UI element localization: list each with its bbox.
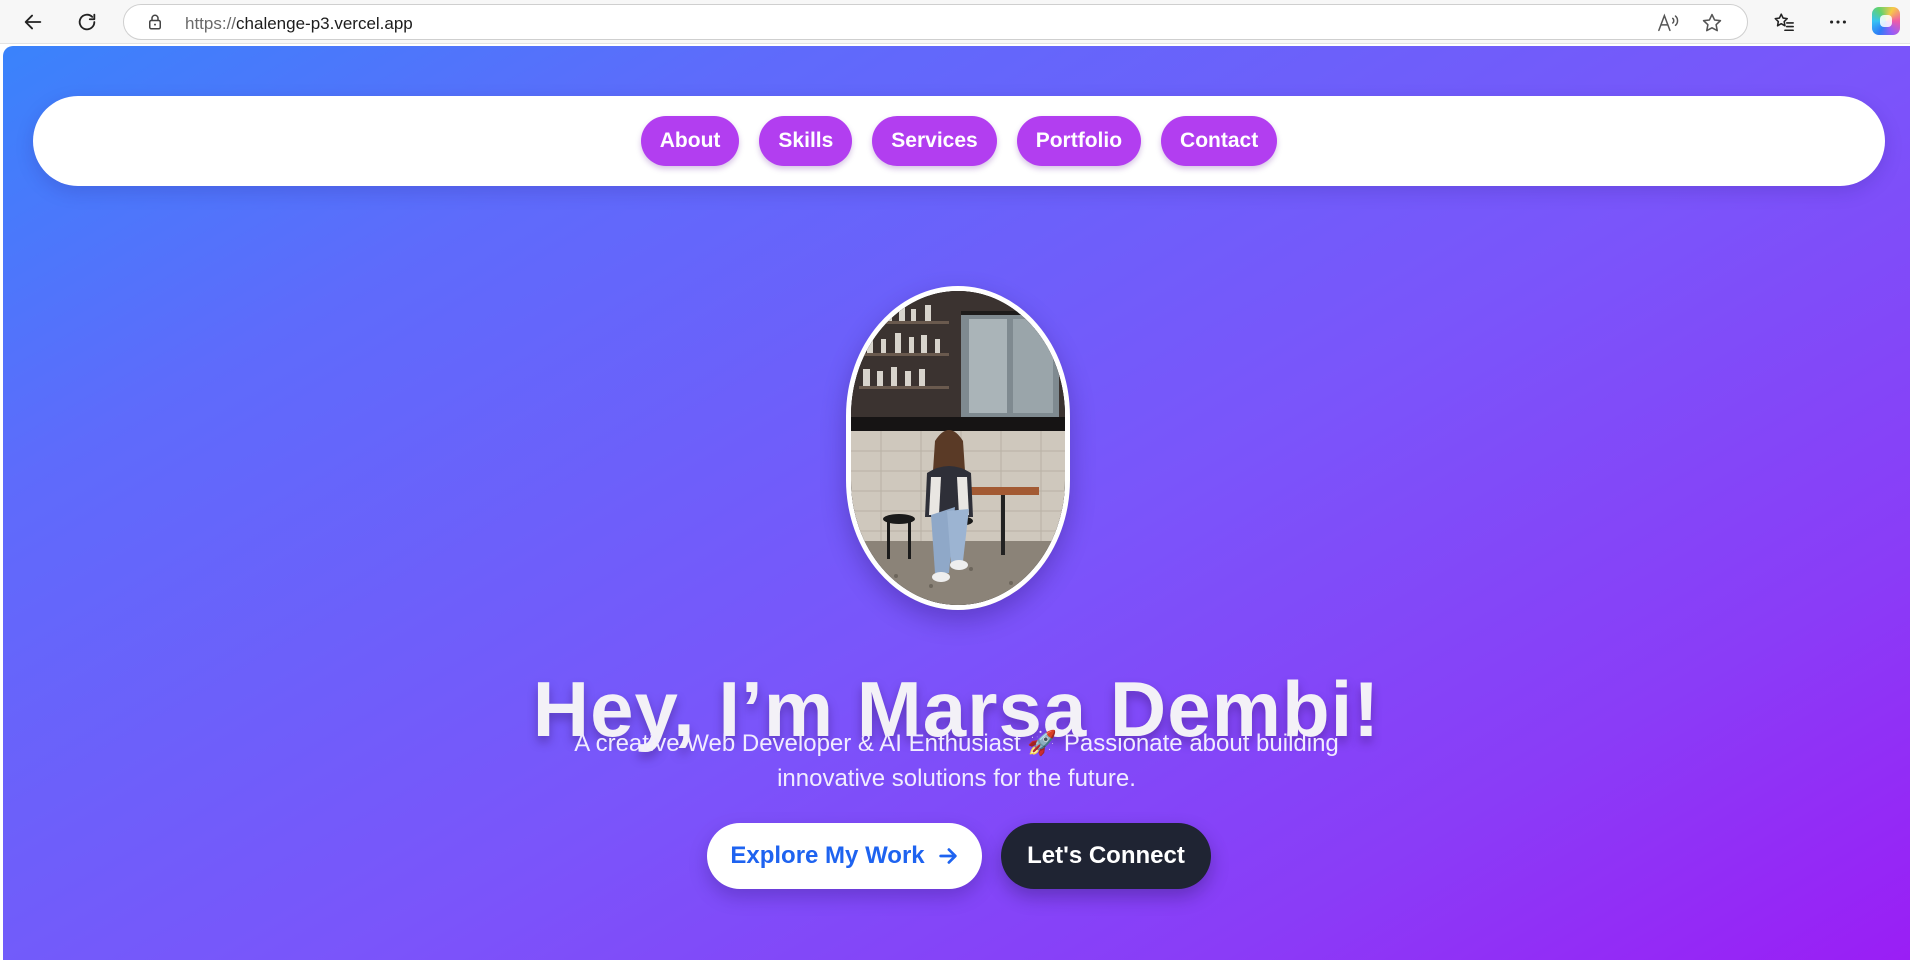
hero-subtitle: A creative Web Developer & AI Enthusiast… [574, 730, 1339, 792]
nav-portfolio[interactable]: Portfolio [1016, 116, 1142, 166]
back-arrow-icon[interactable] [17, 6, 49, 38]
url-host: chalenge-p3.vercel.app [236, 14, 413, 33]
url-scheme: https:// [185, 14, 237, 33]
lets-connect-button[interactable]: Let's Connect [1001, 823, 1211, 889]
explore-work-label: Explore My Work [730, 842, 925, 869]
star-icon[interactable] [1701, 12, 1723, 34]
url-text[interactable]: https://chalenge-p3.vercel.app [185, 14, 413, 34]
profile-photo [846, 286, 1070, 610]
navbar: About Skills Services Portfolio Contact [33, 96, 1885, 186]
read-aloud-icon[interactable] [1657, 12, 1681, 34]
page-viewport: About Skills Services Portfolio Contact [3, 46, 1910, 960]
nav-skills[interactable]: Skills [759, 116, 853, 166]
lock-icon[interactable] [146, 13, 164, 31]
nav-contact[interactable]: Contact [1161, 116, 1278, 166]
arrow-right-icon [938, 848, 957, 864]
browser-toolbar: https://chalenge-p3.vercel.app [0, 0, 1910, 44]
nav-about[interactable]: About [640, 116, 740, 166]
nav-services[interactable]: Services [872, 116, 997, 166]
address-bar[interactable]: https://chalenge-p3.vercel.app [123, 4, 1748, 40]
more-icon[interactable] [1822, 6, 1854, 38]
refresh-icon[interactable] [71, 6, 103, 38]
copilot-icon[interactable] [1872, 7, 1900, 35]
lets-connect-label: Let's Connect [1027, 842, 1185, 869]
explore-work-button[interactable]: Explore My Work [707, 823, 982, 889]
favorites-icon[interactable] [1768, 6, 1800, 38]
